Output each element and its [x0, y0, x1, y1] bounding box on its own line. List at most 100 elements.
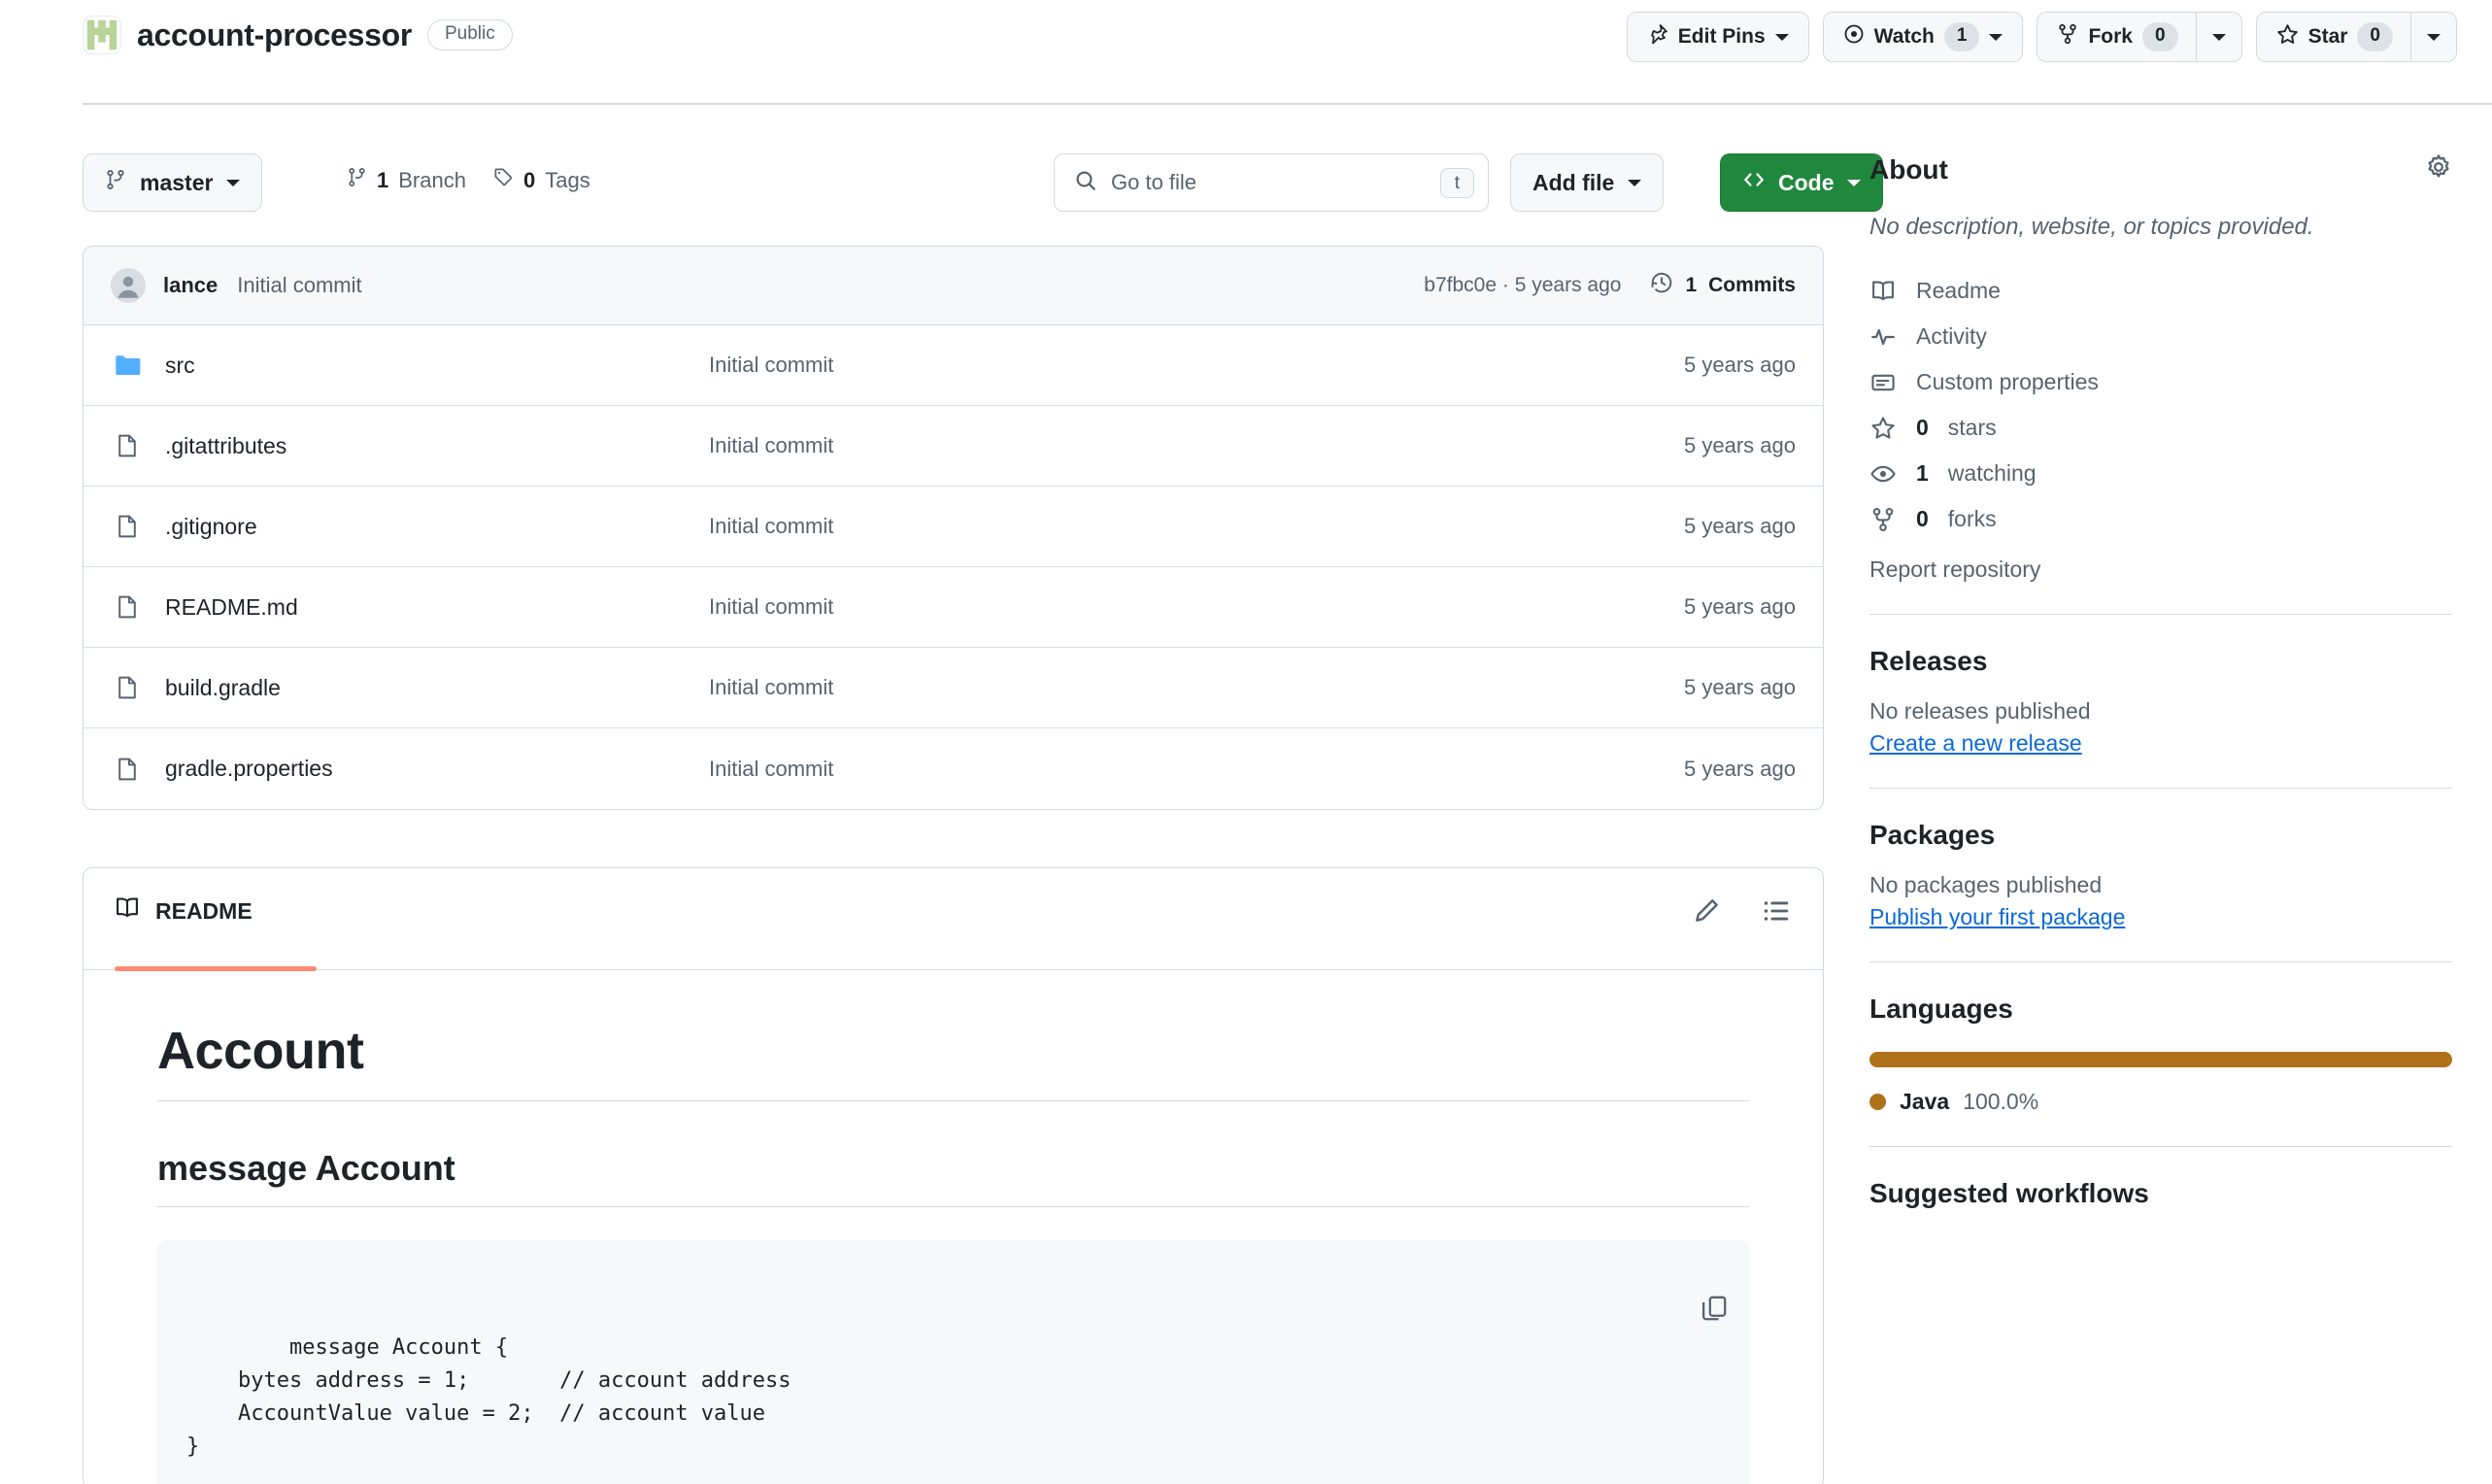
repository-title-group: account-processor Public — [83, 16, 513, 54]
publish-package-link[interactable]: Publish your first package — [1869, 904, 2125, 930]
repository-page: account-processor Public Edit Pins Watch… — [0, 0, 2492, 1484]
table-row[interactable]: gradle.properties Initial commit 5 years a… — [84, 728, 1823, 809]
tags-label: Tags — [545, 167, 590, 192]
tags-link[interactable]: 0 Tags — [493, 167, 590, 193]
star-button[interactable]: Star 0 — [2255, 12, 2410, 62]
file-icon — [111, 757, 144, 782]
file-name-link[interactable]: gradle.properties — [165, 756, 709, 782]
tab-readme[interactable]: README — [115, 895, 253, 954]
add-file-button[interactable]: Add file — [1510, 153, 1665, 212]
commit-author[interactable]: lance — [163, 273, 218, 298]
file-name-link[interactable]: src — [165, 353, 709, 379]
file-commit-message[interactable]: Initial commit — [709, 594, 1572, 620]
fork-icon — [2057, 23, 2078, 51]
table-row[interactable]: .gitattributes Initial commit 5 years ago — [84, 406, 1823, 487]
page-title[interactable]: account-processor — [137, 19, 412, 51]
packages-empty-text: No packages published — [1869, 871, 2103, 897]
edit-pins-button[interactable]: Edit Pins — [1626, 12, 1809, 62]
book-icon — [115, 895, 140, 927]
avatar — [111, 268, 146, 303]
file-icon — [111, 433, 144, 458]
file-rows: src Initial commit 5 years ago .gitattribut… — [84, 325, 1823, 809]
file-name-link[interactable]: README.md — [165, 594, 709, 621]
branches-count: 1 — [377, 167, 389, 192]
fork-button[interactable]: Fork 0 — [2037, 12, 2196, 62]
file-timestamp: 5 years ago — [1684, 433, 1796, 457]
sidebar-item-custom-properties[interactable]: Custom properties — [1869, 365, 2452, 400]
history-icon — [1650, 271, 1673, 300]
commit-message[interactable]: Initial commit — [237, 273, 361, 298]
add-file-label: Add file — [1532, 169, 1615, 195]
identicon-avatar — [83, 16, 121, 54]
code-brackets-icon — [1742, 168, 1766, 197]
edit-pencil-icon[interactable] — [1693, 897, 1720, 929]
watch-button[interactable]: Watch 1 — [1822, 12, 2024, 62]
star-icon — [1869, 416, 1897, 441]
fork-button-group: Fork 0 — [2037, 12, 2242, 62]
gear-icon[interactable] — [2425, 153, 2452, 186]
table-row[interactable]: .gitignore Initial commit 5 years ago — [84, 487, 1823, 567]
table-row[interactable]: src Initial commit 5 years ago — [84, 325, 1823, 406]
readme-header-actions — [1693, 897, 1790, 929]
table-row[interactable]: build.gradle Initial commit 5 years ago — [84, 648, 1823, 728]
file-commit-message[interactable]: Initial commit — [709, 514, 1572, 539]
fork-label: Fork — [2088, 25, 2133, 48]
sidebar-item-watching[interactable]: 1 watching — [1869, 456, 2452, 491]
readme-heading-1: Account — [157, 1021, 1749, 1101]
fork-dropdown-button[interactable] — [2195, 12, 2242, 62]
sidebar-item-label: stars — [1947, 415, 1997, 441]
file-timestamp: 5 years ago — [1684, 675, 1796, 699]
language-color-dot — [1869, 1093, 1886, 1110]
branch-icon — [347, 167, 367, 193]
file-commit-message[interactable]: Initial commit — [709, 757, 1572, 782]
sidebar-item-stars[interactable]: 0 stars — [1869, 411, 2452, 446]
star-label: Star — [2307, 25, 2348, 48]
readme-tab-indicator — [115, 966, 317, 971]
file-name-link[interactable]: .gitignore — [165, 514, 709, 540]
search-placeholder: Go to file — [1111, 170, 1197, 194]
star-icon — [2276, 23, 2299, 51]
star-count: 0 — [2357, 21, 2393, 52]
commit-sha-and-time[interactable]: b7fbc0e · 5 years ago — [1424, 274, 1621, 297]
latest-commit-bar: lance Initial commit b7fbc0e · 5 years a… — [84, 247, 1823, 325]
sidebar-divider — [1869, 1145, 2452, 1147]
file-commit-message[interactable]: Initial commit — [709, 433, 1572, 458]
properties-icon — [1869, 370, 1897, 395]
report-repository-link[interactable]: Report repository — [1869, 556, 2452, 583]
readme-code-text: message Account { bytes address = 1; // … — [186, 1335, 791, 1460]
file-name-link[interactable]: build.gradle — [165, 675, 709, 701]
language-segment[interactable] — [1869, 1051, 2452, 1067]
language-legend-item[interactable]: Java 100.0% — [1869, 1089, 2452, 1115]
book-icon — [1869, 279, 1897, 304]
branches-label: Branch — [398, 167, 466, 192]
commit-count-value: 1 — [1685, 274, 1698, 296]
file-icon — [111, 514, 144, 539]
fork-count: 0 — [2141, 21, 2178, 52]
language-name: Java — [1900, 1088, 1950, 1114]
sidebar-item-forks[interactable]: 0 forks — [1869, 502, 2452, 537]
copy-icon[interactable] — [1572, 1262, 1728, 1366]
chevron-down-icon — [2427, 33, 2441, 41]
sidebar-item-readme[interactable]: Readme — [1869, 274, 2452, 309]
branches-link[interactable]: 1 Branch — [347, 167, 466, 193]
file-commit-message[interactable]: Initial commit — [709, 675, 1572, 700]
table-row[interactable]: README.md Initial commit 5 years ago — [84, 567, 1823, 648]
commit-count-link[interactable]: 1 Commits — [1650, 271, 1796, 300]
search-icon — [1074, 169, 1097, 197]
file-timestamp: 5 years ago — [1684, 353, 1796, 377]
file-name-link[interactable]: .gitattributes — [165, 433, 709, 459]
file-commit-message[interactable]: Initial commit — [709, 353, 1572, 378]
star-dropdown-button[interactable] — [2410, 12, 2457, 62]
eye-icon — [1869, 461, 1897, 487]
chevron-down-icon — [1628, 179, 1642, 186]
branch-selector-button[interactable]: master — [83, 153, 263, 212]
code-button[interactable]: Code — [1720, 153, 1883, 212]
create-release-link[interactable]: Create a new release — [1869, 730, 2082, 757]
search-input[interactable]: Go to file t — [1054, 153, 1489, 212]
sidebar-item-activity[interactable]: Activity — [1869, 320, 2452, 354]
file-list-panel: lance Initial commit b7fbc0e · 5 years a… — [83, 246, 1824, 810]
sidebar-divider — [1869, 787, 2452, 789]
outline-list-icon[interactable] — [1763, 897, 1790, 929]
language-bar — [1869, 1051, 2452, 1067]
readme-panel: README Account message Account message A… — [83, 867, 1824, 1484]
